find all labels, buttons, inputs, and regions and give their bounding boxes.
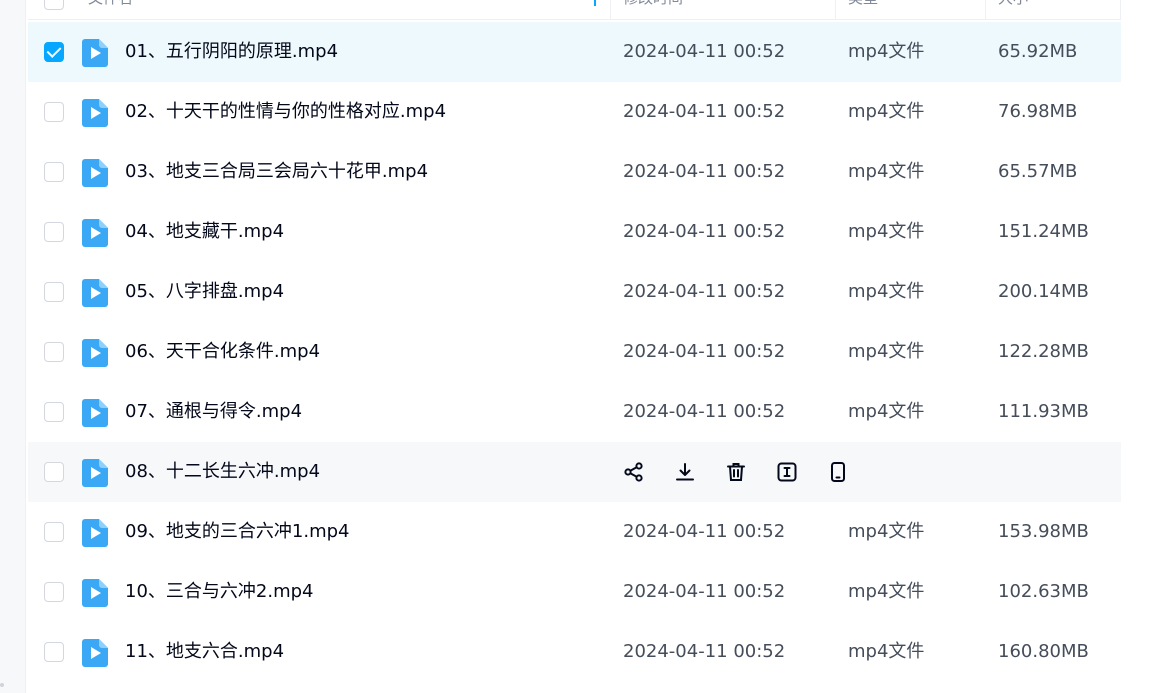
file-size: 200.14MB bbox=[998, 281, 1089, 302]
rename-icon[interactable] bbox=[775, 460, 799, 484]
select-all-checkbox[interactable] bbox=[44, 0, 64, 10]
file-name[interactable]: 05、八字排盘.mp4 bbox=[125, 262, 284, 322]
file-size: 122.28MB bbox=[998, 341, 1089, 362]
row-checkbox[interactable] bbox=[44, 162, 64, 182]
modified-time: 2024-04-11 00:52 bbox=[623, 341, 786, 362]
file-name[interactable]: 01、五行阴阳的原理.mp4 bbox=[125, 22, 338, 82]
table-row[interactable]: 03、地支三合局三会局六十花甲.mp4 2024-04-11 00:52 mp4… bbox=[28, 142, 1121, 202]
table-row[interactable]: 05、八字排盘.mp4 2024-04-11 00:52 mp4文件 200.1… bbox=[28, 262, 1121, 322]
modified-time: 2024-04-11 00:52 bbox=[623, 221, 786, 242]
video-file-icon bbox=[82, 99, 108, 127]
scroll-indicator[interactable] bbox=[0, 683, 4, 687]
row-checkbox[interactable] bbox=[44, 582, 64, 602]
header-time[interactable]: 修改时间 bbox=[623, 0, 683, 20]
modified-time: 2024-04-11 00:52 bbox=[623, 41, 786, 62]
table-row[interactable]: 04、地支藏干.mp4 2024-04-11 00:52 mp4文件 151.2… bbox=[28, 202, 1121, 262]
video-file-icon bbox=[82, 279, 108, 307]
video-file-icon bbox=[82, 459, 108, 487]
header-type[interactable]: 类型 bbox=[848, 0, 878, 20]
file-name[interactable]: 02、十天干的性情与你的性格对应.mp4 bbox=[125, 82, 446, 142]
table-header: 文件名 修改时间 类型 大小 bbox=[28, 0, 1121, 20]
file-type: mp4文件 bbox=[848, 341, 925, 362]
file-name[interactable]: 10、三合与六冲2.mp4 bbox=[125, 562, 314, 622]
row-checkbox[interactable] bbox=[44, 642, 64, 662]
row-checkbox[interactable] bbox=[44, 102, 64, 122]
file-size: 65.57MB bbox=[998, 161, 1078, 182]
row-checkbox[interactable] bbox=[44, 402, 64, 422]
file-type: mp4文件 bbox=[848, 161, 925, 182]
video-file-icon bbox=[82, 219, 108, 247]
file-size: 151.24MB bbox=[998, 221, 1089, 242]
file-size: 160.80MB bbox=[998, 641, 1089, 662]
row-checkbox[interactable] bbox=[44, 282, 64, 302]
modified-time: 2024-04-11 00:52 bbox=[623, 521, 786, 542]
row-checkbox[interactable] bbox=[44, 522, 64, 542]
row-checkbox[interactable] bbox=[44, 222, 64, 242]
modified-time: 2024-04-11 00:52 bbox=[623, 161, 786, 182]
video-file-icon bbox=[82, 579, 108, 607]
header-size[interactable]: 大小 bbox=[998, 0, 1028, 20]
modified-time: 2024-04-11 00:52 bbox=[623, 581, 786, 602]
file-type: mp4文件 bbox=[848, 521, 925, 542]
modified-time: 2024-04-11 00:52 bbox=[623, 281, 786, 302]
file-name[interactable]: 04、地支藏干.mp4 bbox=[125, 202, 284, 262]
share-icon[interactable] bbox=[622, 460, 646, 484]
file-size: 102.63MB bbox=[998, 581, 1089, 602]
phone-icon[interactable] bbox=[826, 460, 850, 484]
table-row[interactable]: 09、地支的三合六冲1.mp4 2024-04-11 00:52 mp4文件 1… bbox=[28, 502, 1121, 562]
row-checkbox[interactable] bbox=[44, 462, 64, 482]
row-checkbox[interactable] bbox=[44, 342, 64, 362]
file-size: 153.98MB bbox=[998, 521, 1089, 542]
file-size: 111.93MB bbox=[998, 401, 1089, 422]
file-type: mp4文件 bbox=[848, 641, 925, 662]
table-row[interactable]: 10、三合与六冲2.mp4 2024-04-11 00:52 mp4文件 102… bbox=[28, 562, 1121, 622]
file-name[interactable]: 06、天干合化条件.mp4 bbox=[125, 322, 320, 382]
modified-time: 2024-04-11 00:52 bbox=[623, 101, 786, 122]
table-row[interactable]: 06、天干合化条件.mp4 2024-04-11 00:52 mp4文件 122… bbox=[28, 322, 1121, 382]
sort-arrow-icon bbox=[594, 0, 596, 6]
column-divider bbox=[1120, 0, 1121, 20]
file-type: mp4文件 bbox=[848, 221, 925, 242]
file-type: mp4文件 bbox=[848, 101, 925, 122]
video-file-icon bbox=[82, 519, 108, 547]
video-file-icon bbox=[82, 159, 108, 187]
file-size: 65.92MB bbox=[998, 41, 1078, 62]
column-divider bbox=[985, 0, 986, 20]
file-type: mp4文件 bbox=[848, 41, 925, 62]
table-row[interactable]: 02、十天干的性情与你的性格对应.mp4 2024-04-11 00:52 mp… bbox=[28, 82, 1121, 142]
file-name[interactable]: 03、地支三合局三会局六十花甲.mp4 bbox=[125, 142, 428, 202]
table-row[interactable]: 08、十二长生六冲.mp4 bbox=[28, 442, 1121, 502]
file-size: 76.98MB bbox=[998, 101, 1078, 122]
video-file-icon bbox=[82, 639, 108, 667]
file-type: mp4文件 bbox=[848, 281, 925, 302]
download-icon[interactable] bbox=[673, 460, 697, 484]
table-row[interactable]: 01、五行阴阳的原理.mp4 2024-04-11 00:52 mp4文件 65… bbox=[28, 22, 1121, 82]
file-name[interactable]: 08、十二长生六冲.mp4 bbox=[125, 442, 320, 502]
modified-time: 2024-04-11 00:52 bbox=[623, 641, 786, 662]
header-name[interactable]: 文件名 bbox=[88, 0, 133, 20]
video-file-icon bbox=[82, 39, 108, 67]
delete-icon[interactable] bbox=[724, 460, 748, 484]
modified-time: 2024-04-11 00:52 bbox=[623, 401, 786, 422]
file-name[interactable]: 11、地支六合.mp4 bbox=[125, 622, 284, 682]
column-divider bbox=[610, 0, 611, 20]
file-name[interactable]: 07、通根与得令.mp4 bbox=[125, 382, 302, 442]
table-row[interactable]: 07、通根与得令.mp4 2024-04-11 00:52 mp4文件 111.… bbox=[28, 382, 1121, 442]
file-type: mp4文件 bbox=[848, 581, 925, 602]
file-list-table: 文件名 修改时间 类型 大小 01、五行阴阳的原理.mp4 2024-04-11… bbox=[28, 0, 1121, 693]
column-divider bbox=[835, 0, 836, 20]
video-file-icon bbox=[82, 399, 108, 427]
left-panel-edge bbox=[0, 0, 26, 693]
file-type: mp4文件 bbox=[848, 401, 925, 422]
table-row[interactable]: 11、地支六合.mp4 2024-04-11 00:52 mp4文件 160.8… bbox=[28, 622, 1121, 682]
file-name[interactable]: 09、地支的三合六冲1.mp4 bbox=[125, 502, 350, 562]
row-checkbox[interactable] bbox=[44, 42, 64, 62]
video-file-icon bbox=[82, 339, 108, 367]
